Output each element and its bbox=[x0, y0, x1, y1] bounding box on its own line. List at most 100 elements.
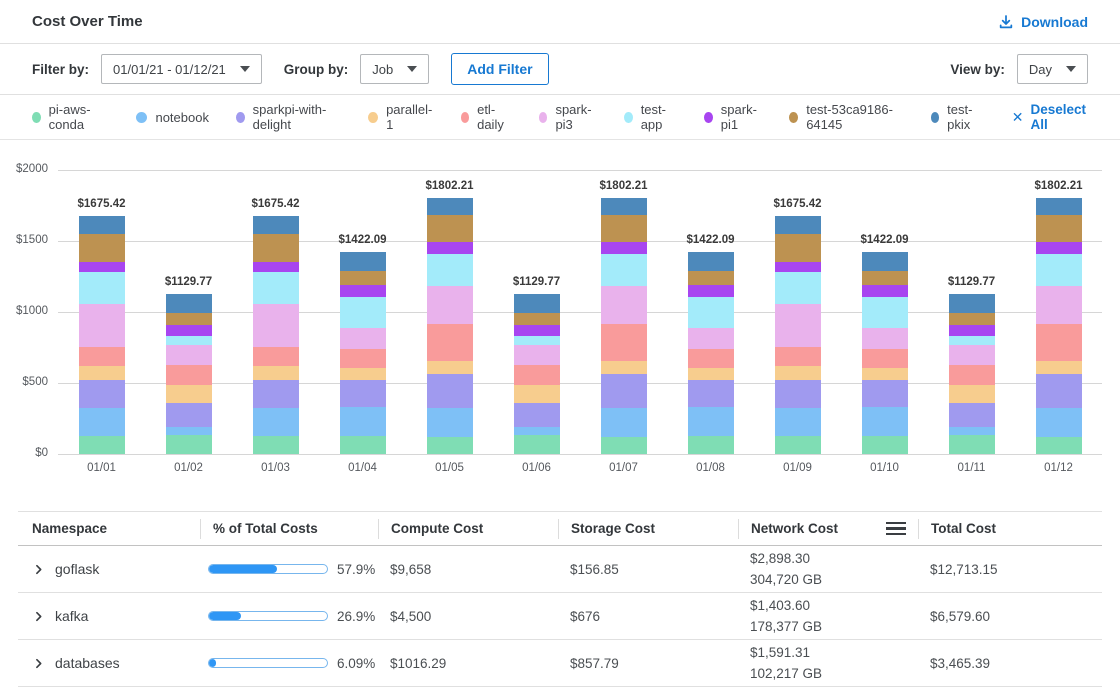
bar-segment-parallel-1[interactable] bbox=[862, 368, 908, 380]
bar-segment-etl-daily[interactable] bbox=[775, 347, 821, 366]
bar-segment-sparkpi-with-delight[interactable] bbox=[253, 380, 299, 408]
bar-segment-test-pkix[interactable] bbox=[427, 198, 473, 215]
bar-segment-pi-aws-conda[interactable] bbox=[514, 435, 560, 454]
bar-segment-pi-aws-conda[interactable] bbox=[427, 437, 473, 454]
bar-segment-notebook[interactable] bbox=[166, 427, 212, 435]
bar-segment-sparkpi-with-delight[interactable] bbox=[166, 403, 212, 427]
legend-item-test-53ca9186-64145[interactable]: test-53ca9186-64145 bbox=[789, 102, 903, 132]
menu-icon[interactable] bbox=[886, 522, 906, 536]
bar-segment-test-53ca9186-64145[interactable] bbox=[253, 234, 299, 262]
bar-segment-pi-aws-conda[interactable] bbox=[1036, 437, 1082, 454]
bar-segment-spark-pi1[interactable] bbox=[79, 262, 125, 273]
bar-segment-spark-pi3[interactable] bbox=[601, 286, 647, 324]
bar-segment-pi-aws-conda[interactable] bbox=[775, 436, 821, 454]
bar-segment-notebook[interactable] bbox=[340, 407, 386, 436]
bar-segment-test-app[interactable] bbox=[601, 254, 647, 287]
bar-segment-spark-pi1[interactable] bbox=[775, 262, 821, 273]
bar-segment-parallel-1[interactable] bbox=[253, 366, 299, 380]
bar-segment-notebook[interactable] bbox=[427, 408, 473, 437]
bar-segment-etl-daily[interactable] bbox=[1036, 324, 1082, 361]
bar-segment-test-app[interactable] bbox=[79, 272, 125, 304]
bar-segment-spark-pi3[interactable] bbox=[166, 345, 212, 365]
bar-segment-test-53ca9186-64145[interactable] bbox=[166, 313, 212, 326]
bar-segment-spark-pi3[interactable] bbox=[775, 304, 821, 348]
bar-segment-test-pkix[interactable] bbox=[1036, 198, 1082, 215]
stacked-bar-01/12[interactable]: $1802.21 bbox=[1036, 198, 1082, 454]
bar-segment-etl-daily[interactable] bbox=[949, 365, 995, 386]
bar-segment-spark-pi1[interactable] bbox=[166, 325, 212, 336]
bar-segment-etl-daily[interactable] bbox=[166, 365, 212, 386]
bar-segment-parallel-1[interactable] bbox=[949, 385, 995, 402]
bar-segment-spark-pi1[interactable] bbox=[253, 262, 299, 273]
bar-segment-test-pkix[interactable] bbox=[862, 252, 908, 271]
legend-item-test-pkix[interactable]: test-pkix bbox=[931, 102, 985, 132]
bar-segment-parallel-1[interactable] bbox=[514, 385, 560, 402]
bar-segment-test-pkix[interactable] bbox=[166, 294, 212, 313]
add-filter-button[interactable]: Add Filter bbox=[451, 53, 548, 85]
bar-segment-pi-aws-conda[interactable] bbox=[862, 436, 908, 454]
bar-segment-spark-pi1[interactable] bbox=[949, 325, 995, 336]
bar-segment-test-app[interactable] bbox=[775, 272, 821, 304]
date-range-select[interactable]: 01/01/21 - 01/12/21 bbox=[101, 54, 262, 84]
bar-segment-test-53ca9186-64145[interactable] bbox=[340, 271, 386, 285]
legend-item-test-app[interactable]: test-app bbox=[624, 102, 677, 132]
chevron-right-icon[interactable] bbox=[32, 563, 45, 576]
bar-segment-spark-pi3[interactable] bbox=[688, 328, 734, 348]
bar-segment-notebook[interactable] bbox=[514, 427, 560, 435]
chevron-right-icon[interactable] bbox=[32, 610, 45, 623]
bar-segment-pi-aws-conda[interactable] bbox=[949, 435, 995, 454]
stacked-bar-01/06[interactable]: $1129.77 bbox=[514, 294, 560, 454]
bar-segment-sparkpi-with-delight[interactable] bbox=[688, 380, 734, 407]
bar-segment-notebook[interactable] bbox=[253, 408, 299, 436]
stacked-bar-01/07[interactable]: $1802.21 bbox=[601, 198, 647, 454]
bar-segment-notebook[interactable] bbox=[862, 407, 908, 436]
stacked-bar-01/11[interactable]: $1129.77 bbox=[949, 294, 995, 454]
legend-item-sparkpi-with-delight[interactable]: sparkpi-with-delight bbox=[236, 102, 341, 132]
bar-segment-etl-daily[interactable] bbox=[79, 347, 125, 366]
bar-segment-sparkpi-with-delight[interactable] bbox=[775, 380, 821, 408]
bar-segment-notebook[interactable] bbox=[688, 407, 734, 436]
legend-item-spark-pi3[interactable]: spark-pi3 bbox=[539, 102, 597, 132]
bar-segment-sparkpi-with-delight[interactable] bbox=[79, 380, 125, 408]
bar-segment-pi-aws-conda[interactable] bbox=[166, 435, 212, 454]
stacked-bar-01/08[interactable]: $1422.09 bbox=[688, 252, 734, 454]
bar-segment-pi-aws-conda[interactable] bbox=[601, 437, 647, 454]
bar-segment-parallel-1[interactable] bbox=[340, 368, 386, 380]
bar-segment-notebook[interactable] bbox=[601, 408, 647, 437]
bar-segment-parallel-1[interactable] bbox=[166, 385, 212, 402]
bar-segment-notebook[interactable] bbox=[1036, 408, 1082, 437]
bar-segment-test-53ca9186-64145[interactable] bbox=[79, 234, 125, 262]
bar-segment-spark-pi1[interactable] bbox=[514, 325, 560, 336]
bar-segment-spark-pi1[interactable] bbox=[340, 285, 386, 297]
bar-segment-spark-pi3[interactable] bbox=[949, 345, 995, 365]
bar-segment-etl-daily[interactable] bbox=[253, 347, 299, 366]
bar-segment-sparkpi-with-delight[interactable] bbox=[514, 403, 560, 427]
bar-segment-test-pkix[interactable] bbox=[253, 216, 299, 234]
bar-segment-spark-pi3[interactable] bbox=[340, 328, 386, 348]
bar-segment-test-53ca9186-64145[interactable] bbox=[1036, 215, 1082, 242]
deselect-all-button[interactable]: ✕ Deselect All bbox=[1012, 102, 1088, 132]
bar-segment-test-53ca9186-64145[interactable] bbox=[775, 234, 821, 262]
bar-segment-parallel-1[interactable] bbox=[775, 366, 821, 380]
bar-segment-spark-pi3[interactable] bbox=[79, 304, 125, 348]
stacked-bar-01/01[interactable]: $1675.42 bbox=[79, 216, 125, 454]
bar-segment-etl-daily[interactable] bbox=[514, 365, 560, 386]
stacked-bar-01/03[interactable]: $1675.42 bbox=[253, 216, 299, 454]
bar-segment-sparkpi-with-delight[interactable] bbox=[340, 380, 386, 407]
bar-segment-pi-aws-conda[interactable] bbox=[688, 436, 734, 454]
bar-segment-test-pkix[interactable] bbox=[775, 216, 821, 234]
bar-segment-etl-daily[interactable] bbox=[601, 324, 647, 361]
bar-segment-spark-pi3[interactable] bbox=[253, 304, 299, 348]
bar-segment-test-53ca9186-64145[interactable] bbox=[949, 313, 995, 326]
bar-segment-pi-aws-conda[interactable] bbox=[79, 436, 125, 454]
bar-segment-spark-pi3[interactable] bbox=[514, 345, 560, 365]
legend-item-etl-daily[interactable]: etl-daily bbox=[461, 102, 512, 132]
bar-segment-test-pkix[interactable] bbox=[688, 252, 734, 271]
bar-segment-parallel-1[interactable] bbox=[1036, 361, 1082, 374]
view-by-select[interactable]: Day bbox=[1017, 54, 1088, 84]
bar-segment-test-app[interactable] bbox=[427, 254, 473, 287]
bar-segment-etl-daily[interactable] bbox=[862, 349, 908, 368]
legend-item-parallel-1[interactable]: parallel-1 bbox=[368, 102, 433, 132]
bar-segment-test-53ca9186-64145[interactable] bbox=[427, 215, 473, 242]
stacked-bar-01/05[interactable]: $1802.21 bbox=[427, 198, 473, 454]
